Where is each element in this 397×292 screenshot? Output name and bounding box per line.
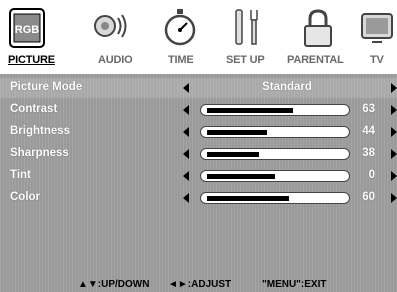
right-arrow-icon[interactable] xyxy=(391,149,397,159)
picture-icon-text: RGB xyxy=(15,24,40,36)
tab-picture[interactable]: RGB PICTURE xyxy=(4,0,55,72)
slider-fill xyxy=(207,130,267,135)
picture-mode-row[interactable]: Picture Mode Standard xyxy=(0,78,397,98)
help-exit: "MENU":EXIT xyxy=(262,279,327,290)
right-arrow-icon[interactable] xyxy=(391,193,397,203)
right-arrow-icon[interactable] xyxy=(391,83,397,93)
setting-slider[interactable] xyxy=(200,148,350,160)
menu-tab-bar: RGB PICTURE AUDIO TIME SET UP PARENTAL T… xyxy=(0,0,397,72)
slider-fill xyxy=(207,152,259,157)
tab-time[interactable]: TIME xyxy=(160,0,200,72)
setting-label: Contrast xyxy=(10,103,58,115)
right-arrow-icon[interactable] xyxy=(391,171,397,181)
tab-parental[interactable]: PARENTAL xyxy=(283,0,344,72)
picture-settings-panel: Picture Mode Standard Contrast 63 Brightne… xyxy=(0,74,397,292)
setting-row-color[interactable]: Color 60 xyxy=(0,188,397,208)
left-arrow-icon[interactable] xyxy=(183,171,189,181)
setting-row-contrast[interactable]: Contrast 63 xyxy=(0,100,397,120)
setup-tools-icon xyxy=(235,9,258,45)
tab-parental-label: PARENTAL xyxy=(287,54,344,66)
lock-icon xyxy=(304,9,332,47)
audio-icon xyxy=(94,14,127,38)
tab-tv-label: TV xyxy=(370,54,384,66)
tab-setup-label: SET UP xyxy=(226,54,265,66)
setting-label: Brightness xyxy=(10,125,71,137)
help-bar: ▲▼:UP/DOWN ◄►:ADJUST "MENU":EXIT xyxy=(0,277,397,292)
left-arrow-icon[interactable] xyxy=(183,149,189,159)
picture-icon: RGB xyxy=(9,8,45,48)
setting-slider[interactable] xyxy=(200,170,350,182)
setting-row-brightness[interactable]: Brightness 44 xyxy=(0,122,397,142)
right-arrow-icon[interactable] xyxy=(391,105,397,115)
slider-fill xyxy=(207,174,275,179)
setting-slider[interactable] xyxy=(200,192,350,204)
setting-value: 44 xyxy=(362,125,375,137)
tv-icon xyxy=(361,13,393,43)
timer-icon xyxy=(164,9,196,46)
tv-osd-screen: RGB PICTURE AUDIO TIME SET UP PARENTAL T… xyxy=(0,0,397,292)
left-arrow-icon[interactable] xyxy=(183,127,189,137)
tab-audio[interactable]: AUDIO xyxy=(88,0,134,72)
setting-label: Tint xyxy=(10,169,31,181)
help-adjust: ◄►:ADJUST xyxy=(168,279,232,290)
tab-tv[interactable]: TV xyxy=(356,0,396,72)
tab-picture-label: PICTURE xyxy=(8,54,55,66)
picture-mode-label: Picture Mode xyxy=(10,81,83,93)
setting-row-sharpness[interactable]: Sharpness 38 xyxy=(0,144,397,164)
setting-label: Color xyxy=(10,191,41,203)
setting-row-tint[interactable]: Tint 0 xyxy=(0,166,397,186)
setting-value: 38 xyxy=(362,147,375,159)
help-updown: ▲▼:UP/DOWN xyxy=(78,279,150,290)
tab-setup[interactable]: SET UP xyxy=(222,0,272,72)
slider-fill xyxy=(207,196,289,201)
setting-value: 60 xyxy=(362,191,375,203)
setting-value: 0 xyxy=(368,169,375,181)
right-arrow-icon[interactable] xyxy=(391,127,397,137)
setting-value: 63 xyxy=(362,103,375,115)
slider-fill xyxy=(207,108,293,113)
setting-label: Sharpness xyxy=(10,147,69,159)
left-arrow-icon[interactable] xyxy=(183,105,189,115)
tab-time-label: TIME xyxy=(168,54,194,66)
picture-mode-value: Standard xyxy=(262,81,312,93)
setting-slider[interactable] xyxy=(200,104,350,116)
tab-audio-label: AUDIO xyxy=(98,54,133,66)
left-arrow-icon[interactable] xyxy=(183,83,189,93)
left-arrow-icon[interactable] xyxy=(183,193,189,203)
setting-slider[interactable] xyxy=(200,126,350,138)
